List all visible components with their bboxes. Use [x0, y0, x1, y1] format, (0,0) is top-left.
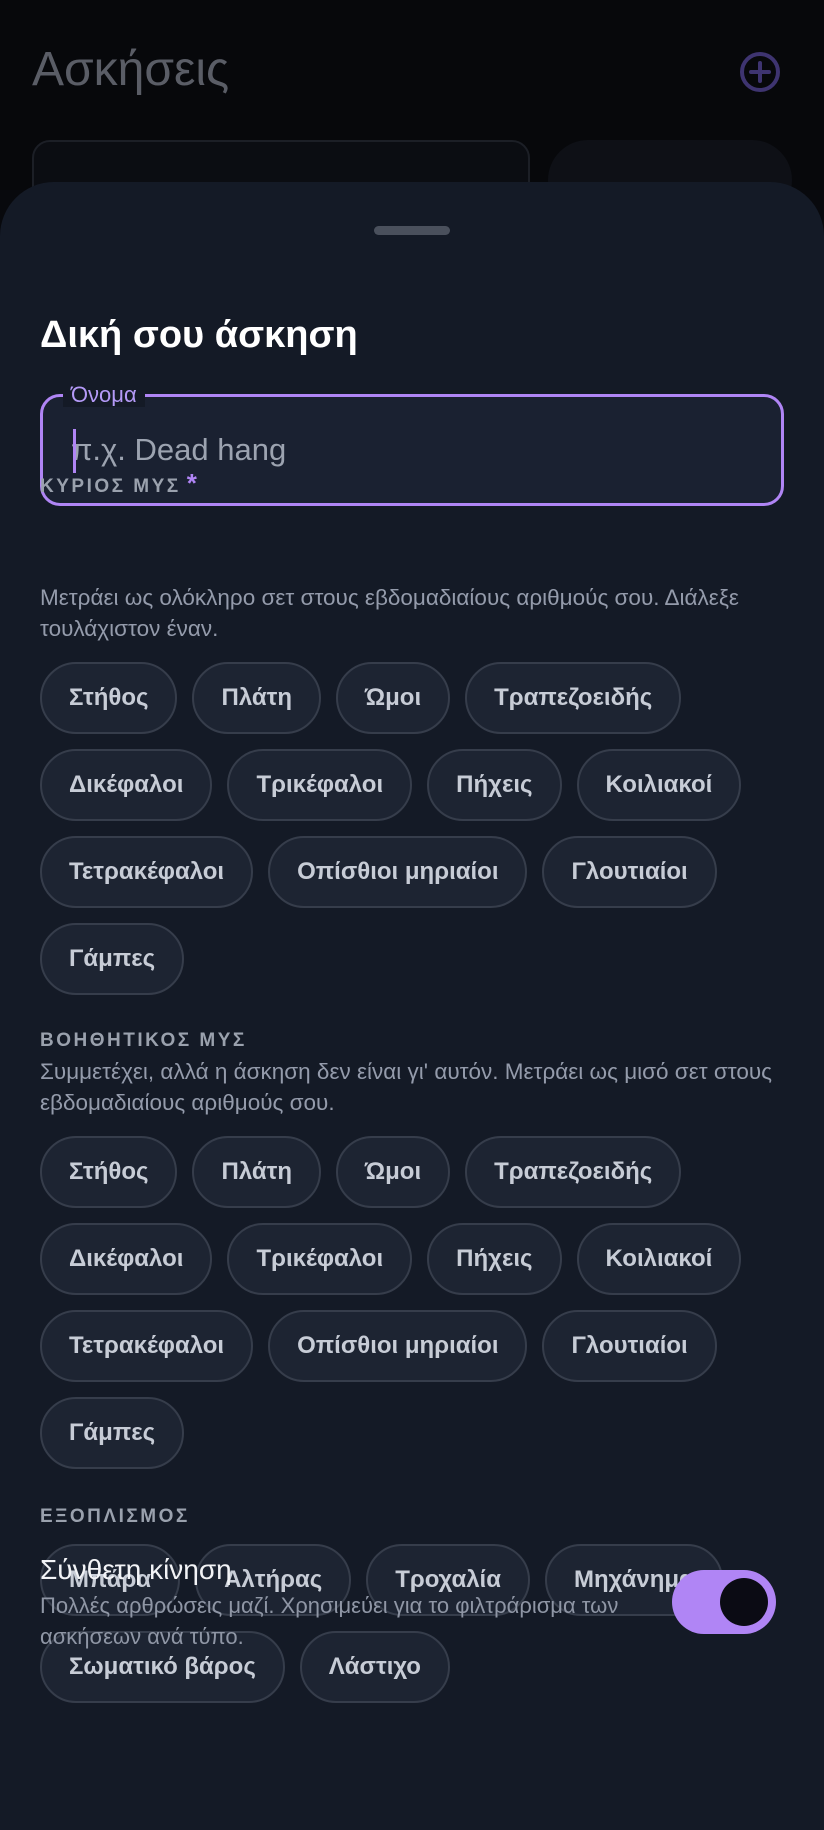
secondary-muscle-chip[interactable]: Γλουτιαίοι	[542, 1310, 717, 1382]
toggle-knob	[720, 1578, 768, 1626]
secondary-muscle-chip[interactable]: Πήχεις	[427, 1223, 562, 1295]
primary-muscle-description: Μετράει ως ολόκληρο σετ στους εβδομαδιαί…	[40, 585, 739, 641]
secondary-muscle-chip[interactable]: Πλάτη	[192, 1136, 321, 1208]
primary-muscle-chip[interactable]: Στήθος	[40, 662, 178, 734]
secondary-muscle-chip[interactable]: Κοιλιακοί	[576, 1223, 742, 1295]
primary-muscle-chip[interactable]: Πλάτη	[192, 662, 321, 734]
secondary-muscle-chip[interactable]: Στήθος	[40, 1136, 178, 1208]
secondary-muscle-title: ΒΟΗΘΗΤΙΚΟΣ ΜΥΣ	[40, 1030, 247, 1051]
primary-muscle-chip[interactable]: Ώμοι	[336, 662, 451, 734]
custom-exercise-sheet: Δική σου άσκηση Όνομα ΚΥΡΙΟΣ ΜΥΣ* Μετράε…	[0, 182, 824, 1830]
primary-muscle-chip[interactable]: Οπίσθιοι μηριαίοι	[268, 836, 528, 908]
secondary-muscle-chip[interactable]: Οπίσθιοι μηριαίοι	[268, 1310, 528, 1382]
compound-toggle[interactable]	[672, 1570, 776, 1634]
text-caret	[73, 429, 76, 473]
primary-muscle-chips: Στήθος Πλάτη Ώμοι Τραπεζοειδής Δικέφαλοι Τρικ…	[40, 662, 800, 995]
primary-muscle-chip[interactable]: Γλουτιαίοι	[542, 836, 717, 908]
secondary-muscle-chip[interactable]: Τραπεζοειδής	[465, 1136, 682, 1208]
primary-muscle-chip[interactable]: Κοιλιακοί	[576, 749, 742, 821]
sheet-drag-handle[interactable]	[374, 226, 450, 235]
primary-muscle-chip[interactable]: Τετρακέφαλοι	[40, 836, 254, 908]
primary-muscle-title: ΚΥΡΙΟΣ ΜΥΣ *	[40, 468, 199, 499]
secondary-muscle-chip[interactable]: Γάμπες	[40, 1397, 185, 1469]
compound-description: Πολλές αρθρώσεις μαζί. Χρησιμεύει για το…	[40, 1593, 619, 1649]
secondary-muscle-chip[interactable]: Δικέφαλοι	[40, 1223, 213, 1295]
primary-muscle-chip[interactable]: Δικέφαλοι	[40, 749, 213, 821]
background-page-title: Ασκήσεις	[32, 43, 230, 96]
secondary-muscle-chips: Στήθος Πλάτη Ώμοι Τραπεζοειδής Δικέφαλοι Τρικ…	[40, 1136, 800, 1469]
name-field-label: Όνομα	[63, 383, 145, 407]
primary-muscle-chip[interactable]: Τρικέφαλοι	[227, 749, 413, 821]
secondary-muscle-chip[interactable]: Τρικέφαλοι	[227, 1223, 413, 1295]
primary-muscle-chip[interactable]: Τραπεζοειδής	[465, 662, 682, 734]
primary-muscle-chip[interactable]: Πήχεις	[427, 749, 562, 821]
secondary-muscle-chip[interactable]: Ώμοι	[336, 1136, 451, 1208]
required-asterisk: *	[186, 468, 200, 498]
compound-title: Σύνθετη κίνηση	[40, 1554, 232, 1585]
primary-muscle-chip[interactable]: Γάμπες	[40, 923, 185, 995]
secondary-muscle-description: Συμμετέχει, αλλά η άσκηση δεν είναι γι' …	[40, 1059, 772, 1115]
plus-circle-icon[interactable]	[738, 50, 782, 94]
primary-muscle-title-text: ΚΥΡΙΟΣ ΜΥΣ	[40, 476, 181, 497]
sheet-title: Δική σου άσκηση	[40, 314, 358, 356]
secondary-muscle-chip[interactable]: Τετρακέφαλοι	[40, 1310, 254, 1382]
equipment-title: ΕΞΟΠΛΙΣΜΟΣ	[40, 1506, 190, 1527]
